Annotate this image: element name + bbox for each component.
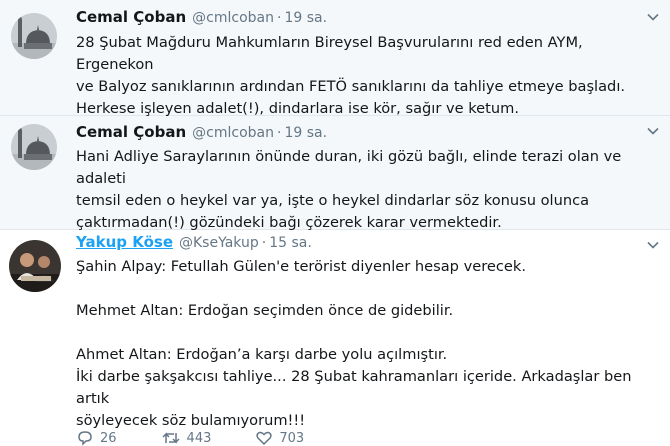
reply-button[interactable]: 26	[76, 430, 117, 446]
photo-avatar-image	[9, 240, 61, 292]
tweet-line: ve Balyoz sanıklarının ardından FETÖ san…	[76, 78, 626, 95]
tweet-line: Ahmet Altan: Erdoğan’a karşı darbe yolu …	[76, 346, 448, 363]
separator-dot: ·	[261, 235, 267, 251]
author-handle[interactable]: @cmlcoban	[192, 10, 274, 26]
tweet-header: Yakup Köse @KseYakup · 15 sa.	[76, 232, 312, 252]
mosque-avatar-image	[11, 13, 57, 59]
timestamp[interactable]: 19 sa.	[284, 10, 327, 26]
author-name[interactable]: Cemal Çoban	[76, 123, 186, 141]
tweet-line: İki darbe şakşakcısı tahliye... 28 Şubat…	[76, 368, 632, 407]
tweet-line: Mehmet Altan: Erdoğan seçimden önce de g…	[76, 302, 454, 319]
tweet-line: Hani Adliye Saraylarının önünde duran, i…	[76, 148, 622, 187]
reply-icon	[78, 431, 92, 446]
tweet-text: 28 Şubat Mağduru Mahkumların Bireysel Ba…	[76, 32, 660, 120]
retweet-icon	[162, 432, 180, 444]
tweet-header: Cemal Çoban @cmlcoban · 19 sa.	[76, 7, 327, 27]
tweet-actions: 26 443 703	[76, 430, 348, 446]
reply-count: 26	[100, 430, 117, 446]
like-button[interactable]: 703	[255, 430, 304, 446]
tweet-2[interactable]: Cemal Çoban @cmlcoban · 19 sa. Hani Adliye …	[0, 116, 670, 231]
tweet-text: Şahin Alpay: Fetullah Gülen'e terörist d…	[76, 256, 660, 432]
separator-dot: ·	[276, 10, 282, 26]
tweet-1[interactable]: Cemal Çoban @cmlcoban · 19 sa. 28 Şubat Mağ…	[0, 0, 670, 117]
tweet-3[interactable]: Yakup Köse @KseYakup · 15 sa. Şahin Alpay: …	[0, 230, 670, 446]
tweet-text: Hani Adliye Saraylarının önünde duran, i…	[76, 146, 660, 234]
retweet-button[interactable]: 443	[161, 430, 212, 446]
chevron-down-icon[interactable]	[646, 10, 660, 24]
chevron-down-icon[interactable]	[646, 124, 660, 138]
tweet-line: söyleyecek söz bulamıyorum!!!	[76, 412, 306, 429]
chevron-down-icon[interactable]	[646, 238, 660, 252]
mosque-avatar-image	[11, 124, 57, 170]
like-count: 703	[279, 430, 305, 446]
avatar[interactable]	[11, 124, 57, 170]
author-handle[interactable]: @cmlcoban	[192, 125, 274, 141]
separator-dot: ·	[276, 125, 282, 141]
author-name[interactable]: Yakup Köse	[76, 233, 173, 251]
tweet-line: temsil eden o heykel var ya, işte o heyk…	[76, 192, 590, 209]
timestamp[interactable]: 19 sa.	[284, 125, 327, 141]
tweet-line: 28 Şubat Mağduru Mahkumların Bireysel Ba…	[76, 34, 583, 73]
author-name[interactable]: Cemal Çoban	[76, 8, 186, 26]
timestamp[interactable]: 15 sa.	[269, 235, 312, 251]
tweet-line: Şahin Alpay: Fetullah Gülen'e terörist d…	[76, 258, 526, 275]
author-handle[interactable]: @KseYakup	[179, 235, 259, 251]
avatar[interactable]	[9, 240, 61, 292]
heart-icon	[256, 431, 272, 446]
tweet-header: Cemal Çoban @cmlcoban · 19 sa.	[76, 122, 327, 142]
retweet-count: 443	[186, 430, 212, 446]
avatar[interactable]	[11, 13, 57, 59]
